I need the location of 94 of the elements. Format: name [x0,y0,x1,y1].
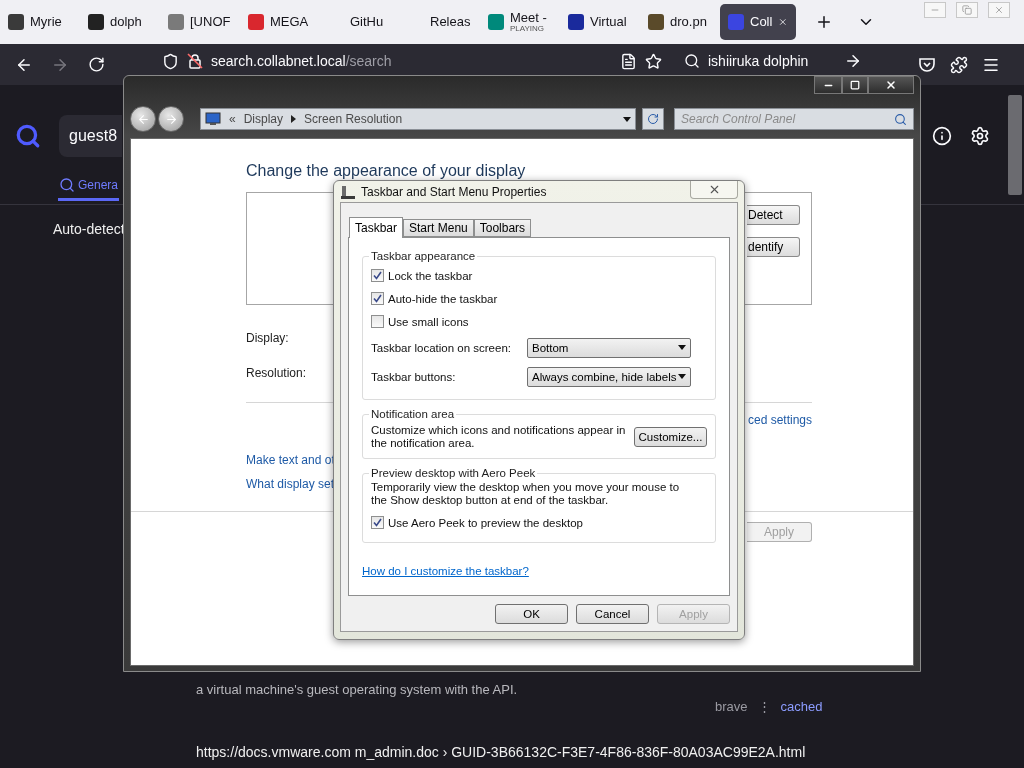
description-text: Customize which icons and notifications appear in the notification area. [371,424,627,450]
browser-tab[interactable]: dro.pn [640,0,720,44]
maximize-icon [850,80,860,90]
checkbox[interactable] [371,315,384,328]
arrow-right-icon [164,112,178,126]
new-tab-icon[interactable] [815,13,833,31]
search-icon [59,176,75,193]
advanced-settings-link[interactable]: ced settings [747,413,812,429]
checkbox[interactable] [371,269,384,282]
result-url[interactable]: https://docs.vmware.com m_admin.doc › GUID-3B66132C-F3E7-4F86-836F-80A03AC99E2A.html [196,744,806,760]
shield-icon[interactable] [162,52,179,70]
info-icon[interactable] [932,126,952,146]
checkbox-label: Lock the taskbar [388,269,473,282]
back-button[interactable] [130,106,156,132]
browser-tab[interactable]: Virtual [560,0,640,44]
checkbox-label: Use Aero Peek to preview the desktop [388,516,583,529]
reload-icon [87,56,105,73]
search-field[interactable]: ishiiruka dolphin [672,47,870,75]
dialog-title: Taskbar and Start Menu Properties [361,184,547,199]
monitor-button[interactable]: Detect [747,205,800,225]
settings-icon[interactable] [970,126,990,146]
field-label: Display: [246,329,289,347]
search-query-field[interactable]: guest8 [59,115,122,157]
pocket-icon[interactable] [918,55,936,74]
tab-status: PLAYING [510,24,546,33]
browser-tab[interactable]: GitHu [320,0,400,44]
check-icon [373,518,382,527]
page-heading: Change the appearance of your display [246,161,526,181]
browser-tab[interactable]: Releas [400,0,480,44]
close-button[interactable] [868,76,914,94]
source-label: brave [715,699,748,714]
customize-button[interactable]: Customize... [634,427,707,447]
breadcrumb-prefix: « [229,112,236,126]
dialog-button[interactable]: OK [495,604,568,624]
breadcrumb-bar[interactable]: « Display Screen Resolution [200,108,636,130]
extensions-icon[interactable] [950,55,968,74]
restore-icon [962,5,972,15]
browser-tab[interactable]: dolph [80,0,160,44]
field-label: Taskbar location on screen: [371,341,512,354]
reader-view-icon[interactable] [620,52,637,70]
notice-text: Auto-detect [53,221,125,237]
dropdown[interactable]: Always combine, hide labels [527,366,691,387]
taskbar-icon [340,183,356,200]
search-icon [15,123,41,149]
forward-button[interactable] [158,106,184,132]
dialog-tab[interactable]: Toolbars [473,219,532,237]
dropdown-caret-icon [678,374,686,379]
browser-tab[interactable]: Coll [720,4,796,40]
dropdown[interactable]: Bottom [527,337,691,358]
separator-text: ⋮ [757,699,771,714]
search-icon [684,53,700,69]
monitor-button[interactable]: dentify [747,237,800,257]
dropdown-caret-icon [678,345,686,350]
refresh-button[interactable] [642,108,664,130]
checkbox[interactable] [371,292,384,305]
group-title: Notification area [370,408,456,420]
checkbox-label: Use small icons [388,315,469,328]
browser-tab[interactable]: [UNOF [160,0,240,44]
cached-link[interactable]: cached [780,699,823,714]
help-link[interactable]: How do I customize the taskbar? [362,565,529,577]
results-tab[interactable]: Genera [58,171,120,201]
description-text: Temporarily view the desktop when you move your mouse to the Show desktop button at end of the taskbar. [371,481,681,507]
bookmark-star-icon[interactable] [645,52,662,70]
browser-tab[interactable]: Meet - PLAYING [480,0,560,44]
breadcrumb-arrow-icon [291,115,297,123]
scrollbar-thumb[interactable] [1008,95,1022,195]
close-icon [885,79,897,91]
breadcrumb-item[interactable]: Screen Resolution [304,112,403,126]
search-icon[interactable] [894,112,907,126]
dialog-tab[interactable]: Taskbar [349,217,404,238]
checkbox-label: Auto-hide the taskbar [388,292,498,305]
breadcrumb-item[interactable]: Display [243,112,284,126]
arrow-left-icon [136,112,150,126]
dialog-button[interactable]: Cancel [576,604,649,624]
check-icon [373,271,382,280]
result-snippet: a virtual machine's guest operating system with the API. [196,682,518,697]
refresh-icon [647,113,659,125]
group-title: Preview desktop with Aero Peek [370,467,537,479]
browser-tab[interactable]: MEGA [240,0,320,44]
help-link[interactable]: What display set [246,477,335,491]
maximize-button[interactable] [842,76,868,94]
dropdown-caret-icon[interactable] [623,116,631,122]
monitor-icon [205,112,221,126]
dialog-tab[interactable]: Start Menu [403,219,474,237]
field-label: Resolution: [246,364,307,382]
field-label: Taskbar buttons: [371,370,457,383]
insecure-lock-icon [187,53,203,69]
browser-tab[interactable]: Myrie [0,0,80,44]
checkbox[interactable] [371,516,384,529]
arrow-right-icon[interactable] [844,52,862,70]
group-title: Taskbar appearance [370,250,477,262]
address-field[interactable]: search.collabnet.local/search [152,47,672,75]
check-icon [373,294,382,303]
close-icon [994,5,1004,15]
